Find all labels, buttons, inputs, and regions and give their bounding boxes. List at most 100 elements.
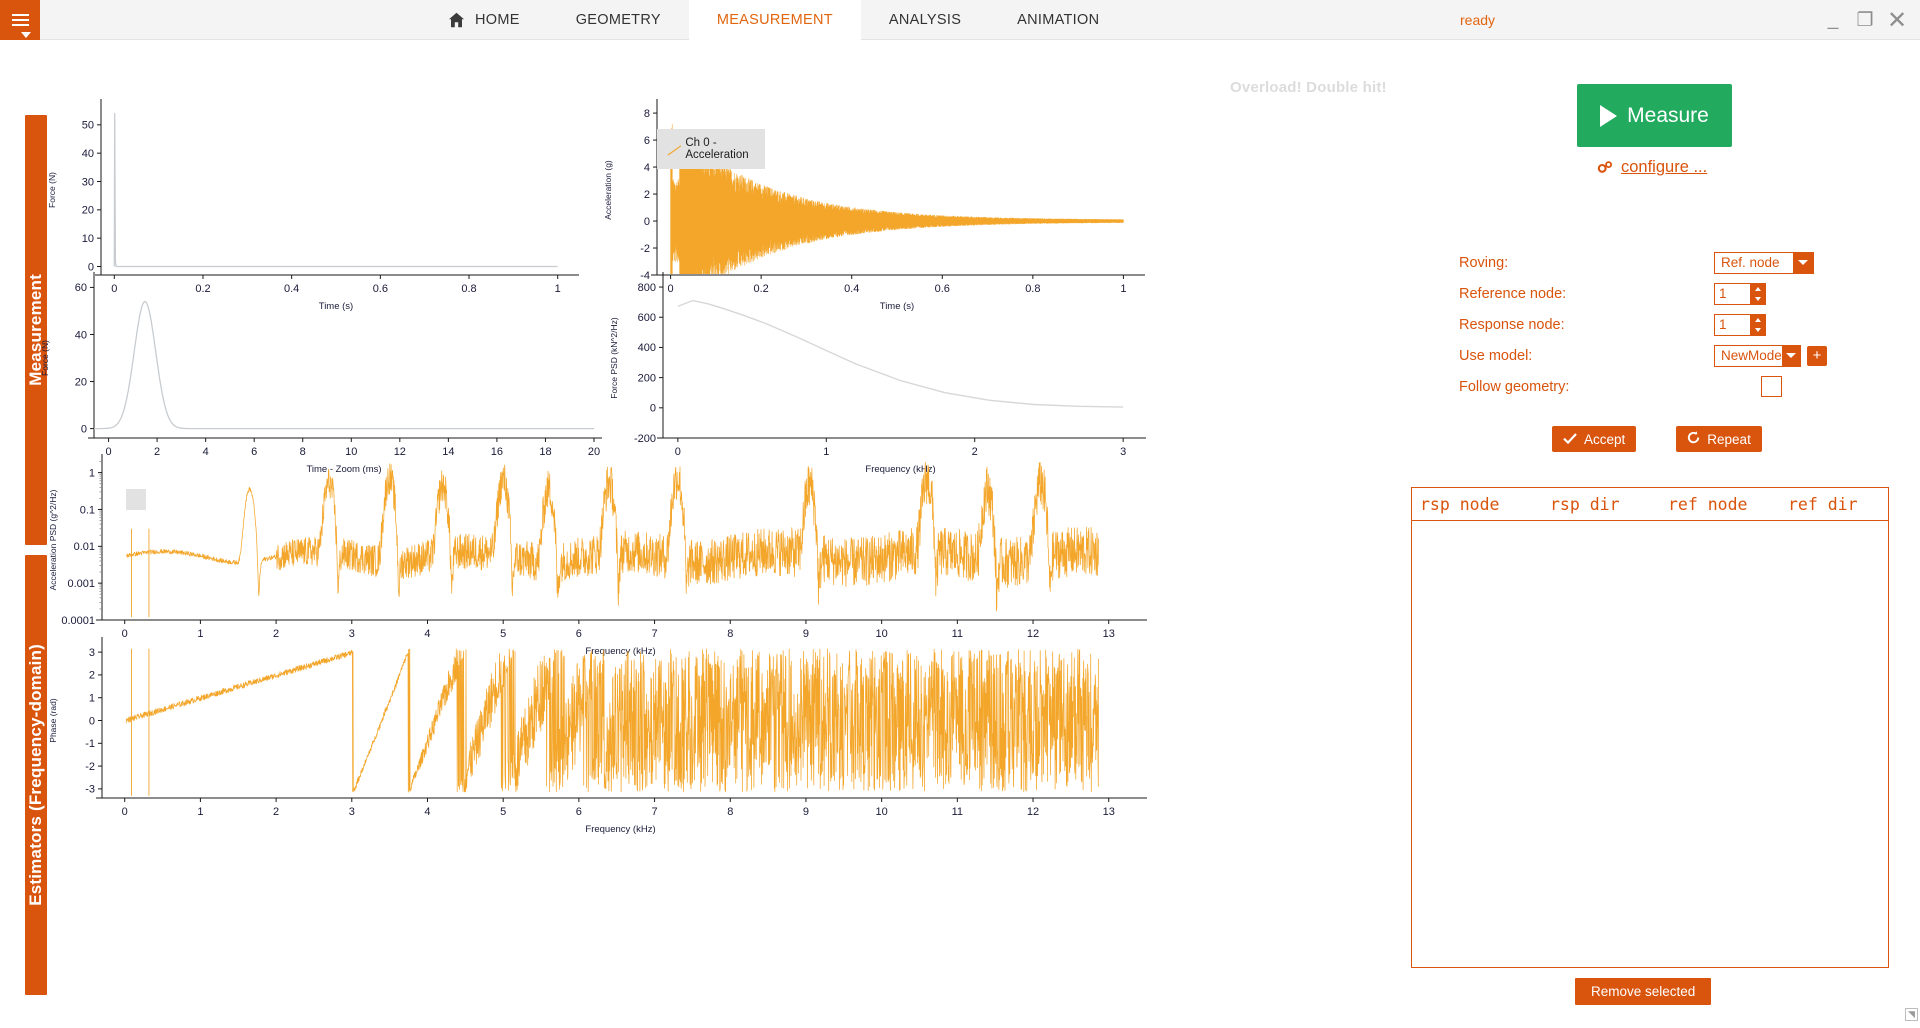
response-node-value[interactable]: 1 (1715, 315, 1750, 335)
check-icon (1563, 432, 1577, 447)
svg-text:1: 1 (89, 693, 95, 705)
svg-text:12: 12 (1027, 806, 1039, 818)
svg-text:800: 800 (638, 282, 656, 294)
svg-text:6: 6 (644, 135, 650, 147)
stepper-down-icon[interactable] (1755, 328, 1761, 332)
svg-text:0: 0 (650, 403, 656, 415)
svg-text:0: 0 (89, 715, 95, 727)
reference-node-value[interactable]: 1 (1715, 284, 1750, 304)
svg-text:10: 10 (876, 806, 888, 818)
use-model-select[interactable]: NewModel (1714, 345, 1801, 367)
response-node-stepper-buttons[interactable] (1750, 315, 1765, 335)
add-model-button[interactable]: + (1807, 346, 1827, 366)
window-controls: _ ❐ ✕ (1818, 0, 1912, 40)
svg-text:0: 0 (675, 446, 681, 458)
measurement-table: rsp node rsp dir ref node ref dir (1411, 487, 1889, 968)
hamburger-menu-button[interactable] (0, 0, 40, 40)
svg-text:2: 2 (273, 628, 279, 640)
svg-text:8: 8 (727, 806, 733, 818)
svg-text:1: 1 (555, 283, 561, 295)
svg-text:8: 8 (300, 446, 306, 458)
tab-analysis-label: ANALYSIS (889, 12, 961, 28)
acceleration-legend-label: Ch 0 - Acceleration (685, 137, 755, 161)
measurement-settings-form: Roving: Ref. node Reference node: 1 Resp… (1459, 247, 1879, 402)
svg-text:0.0001: 0.0001 (61, 615, 95, 627)
svg-text:30: 30 (82, 176, 94, 188)
roving-select[interactable]: Ref. node (1714, 252, 1814, 274)
svg-text:0: 0 (88, 261, 94, 273)
configure-link-row[interactable]: configure ... (1597, 158, 1707, 177)
psd-marker-box (126, 489, 146, 510)
tab-analysis[interactable]: ANALYSIS (861, 0, 989, 40)
svg-text:5: 5 (500, 628, 506, 640)
use-model-row: Use model: NewModel + (1459, 340, 1879, 371)
accept-button[interactable]: Accept (1552, 426, 1636, 452)
svg-text:3: 3 (349, 628, 355, 640)
svg-text:1: 1 (197, 806, 203, 818)
svg-text:2: 2 (972, 446, 978, 458)
reference-node-stepper[interactable]: 1 (1714, 283, 1766, 305)
tab-geometry[interactable]: GEOMETRY (548, 0, 689, 40)
stepper-down-icon[interactable] (1755, 297, 1761, 301)
svg-text:11: 11 (952, 806, 963, 818)
svg-text:1: 1 (1120, 283, 1126, 295)
svg-text:20: 20 (82, 205, 94, 217)
tab-home-label: HOME (475, 12, 520, 28)
svg-text:12: 12 (394, 446, 406, 458)
svg-text:200: 200 (638, 372, 656, 384)
svg-text:2: 2 (644, 189, 650, 201)
svg-text:1: 1 (89, 467, 95, 479)
close-button[interactable]: ✕ (1882, 3, 1912, 37)
chevron-down-icon[interactable] (1793, 253, 1813, 273)
measurement-table-body[interactable] (1412, 521, 1888, 965)
tab-measurement[interactable]: MEASUREMENT (689, 0, 861, 40)
stepper-up-icon[interactable] (1755, 318, 1761, 322)
maximize-button[interactable]: ❐ (1850, 3, 1880, 37)
svg-text:Frequency (kHz): Frequency (kHz) (585, 646, 655, 657)
svg-text:4: 4 (644, 162, 650, 174)
svg-text:Phase (rad): Phase (rad) (48, 698, 58, 743)
svg-text:0.01: 0.01 (74, 541, 95, 553)
main-tabs: HOME GEOMETRY MEASUREMENT ANALYSIS ANIMA… (420, 0, 1127, 40)
svg-text:Time (s): Time (s) (880, 301, 914, 312)
svg-text:4: 4 (424, 628, 430, 640)
tab-animation[interactable]: ANIMATION (989, 0, 1127, 40)
svg-text:3: 3 (1120, 446, 1126, 458)
hamburger-icon (12, 11, 29, 29)
svg-text:6: 6 (251, 446, 257, 458)
svg-text:Force (N): Force (N) (40, 340, 50, 376)
svg-text:10: 10 (345, 446, 357, 458)
plots-svg: 0102030405000.20.40.60.81Time (s)Force (… (0, 40, 1400, 1023)
svg-text:Force (N): Force (N) (47, 172, 57, 208)
repeat-button[interactable]: Repeat (1676, 426, 1762, 452)
svg-text:3: 3 (349, 806, 355, 818)
follow-geometry-checkbox[interactable] (1761, 376, 1782, 397)
chevron-down-icon (21, 32, 31, 38)
minimize-button[interactable]: _ (1818, 3, 1848, 37)
svg-text:16: 16 (491, 446, 503, 458)
response-node-stepper[interactable]: 1 (1714, 314, 1766, 336)
window-resize-handle[interactable]: ◥ (1905, 1008, 1918, 1021)
remove-selected-button[interactable]: Remove selected (1575, 978, 1711, 1005)
repeat-button-label: Repeat (1707, 432, 1751, 447)
roving-label: Roving: (1459, 255, 1714, 271)
chevron-down-icon[interactable] (1782, 346, 1800, 366)
stepper-up-icon[interactable] (1755, 287, 1761, 291)
svg-text:-2: -2 (85, 761, 95, 773)
tab-home[interactable]: HOME (420, 0, 548, 40)
svg-text:14: 14 (442, 446, 454, 458)
use-model-label: Use model: (1459, 348, 1714, 364)
svg-text:50: 50 (82, 120, 94, 132)
tab-animation-label: ANIMATION (1017, 12, 1099, 28)
reference-node-stepper-buttons[interactable] (1750, 284, 1765, 304)
configure-link[interactable]: configure ... (1621, 158, 1707, 177)
home-icon (448, 12, 465, 28)
svg-text:0.001: 0.001 (67, 578, 95, 590)
svg-text:4: 4 (424, 806, 430, 818)
svg-text:60: 60 (75, 282, 87, 294)
use-model-select-value: NewModel (1715, 346, 1782, 366)
svg-text:10: 10 (82, 233, 94, 245)
svg-text:0.4: 0.4 (284, 283, 299, 295)
measure-button[interactable]: Measure (1577, 84, 1732, 147)
svg-text:-4: -4 (640, 270, 650, 282)
